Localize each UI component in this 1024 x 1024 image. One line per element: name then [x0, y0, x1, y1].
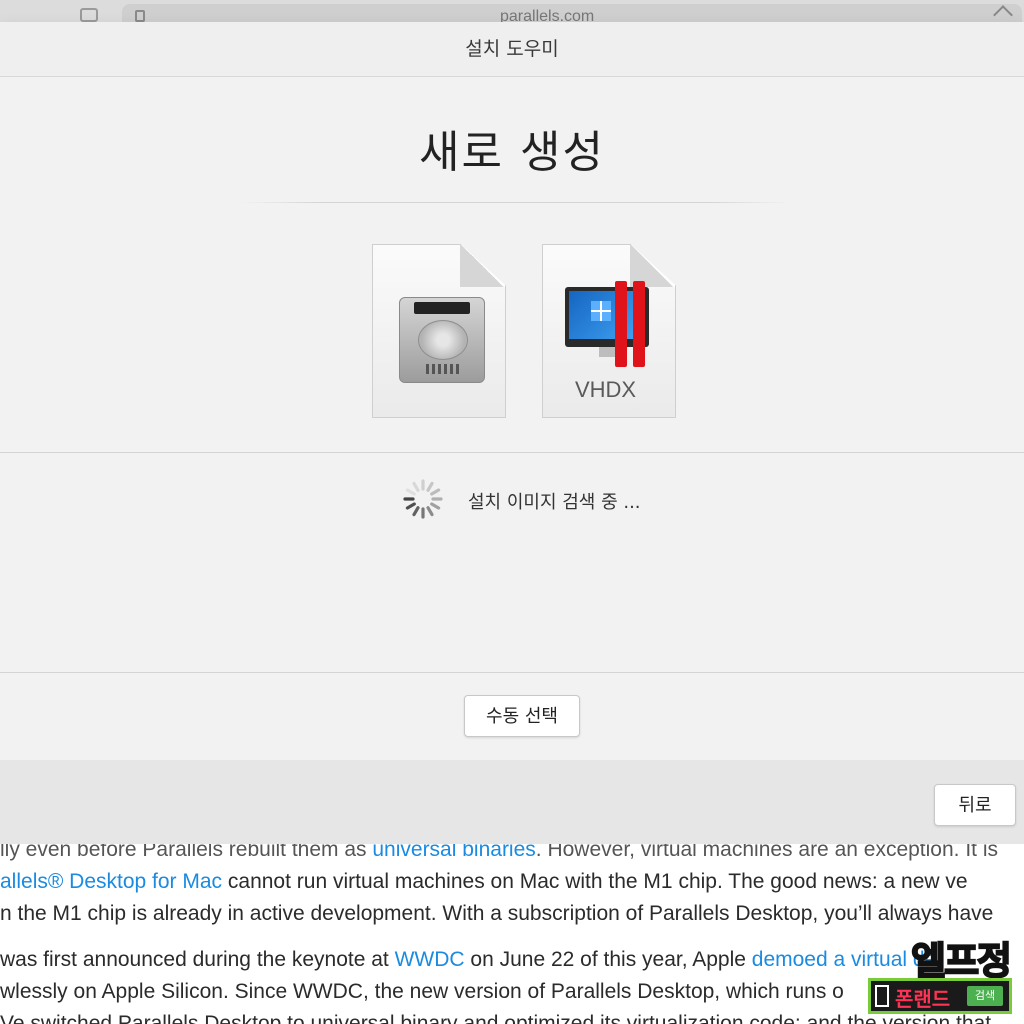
parallels-logo-icon — [615, 281, 627, 367]
watermark-search-label: 검색 — [967, 986, 1003, 1006]
loading-spinner-icon — [403, 479, 443, 519]
watermark-text: 엘프정 — [910, 938, 1013, 984]
manual-select-button[interactable]: 수동 선택 — [464, 695, 580, 737]
hard-disk-image-icon — [372, 244, 506, 418]
dialog-footer: 뒤로 — [0, 760, 1024, 845]
article-line: was first announced during the keynote a… — [0, 948, 937, 971]
status-text: 설치 이미지 검색 중 ... — [468, 492, 641, 513]
article-line: Ve switched Parallels Desktop to univers… — [0, 1012, 992, 1024]
back-button[interactable]: 뒤로 — [934, 784, 1016, 826]
article-line: n the M1 chip is already in active devel… — [0, 902, 994, 925]
phone-icon — [875, 985, 889, 1007]
page-icon — [135, 10, 145, 22]
browser-toolbar: parallels.com — [0, 0, 1024, 22]
address-text: parallels.com — [500, 8, 595, 22]
windows-logo-icon — [591, 301, 611, 321]
wwdc-link[interactable]: WWDC — [395, 948, 465, 971]
universal-binaries-link[interactable]: universal binaries — [372, 844, 535, 861]
parallels-desktop-link[interactable]: allels® Desktop for Mac — [0, 870, 222, 893]
article-line: lly even before Parallels rebuilt them a… — [0, 844, 998, 862]
page-heading: 새로 생성 — [419, 127, 605, 178]
hard-drive-icon — [399, 297, 485, 383]
watermark-badge: 폰랜드 검색 — [868, 978, 1012, 1014]
heading-divider — [240, 202, 790, 203]
installation-assistant-dialog: 설치 도우미 새로 생성 VHDX 설치 이미지 검색 중 ... 수동 선택 — [0, 22, 1024, 761]
watermark-name: 폰랜드 — [895, 987, 951, 1011]
dialog-title: 설치 도우미 — [0, 22, 1024, 77]
watermark: 엘프정 폰랜드 검색 — [868, 930, 1018, 1018]
sidebar-toggle-icon[interactable] — [80, 8, 98, 22]
divider — [0, 452, 1024, 453]
article-line: wlessly on Apple Silicon. Since WWDC, th… — [0, 980, 844, 1003]
vhdx-label: VHDX — [574, 377, 637, 402]
page-fold — [460, 245, 505, 287]
vhdx-file-icon: VHDX — [542, 244, 676, 418]
article-line: allels® Desktop for Mac cannot run virtu… — [0, 870, 968, 893]
divider — [0, 672, 1024, 673]
